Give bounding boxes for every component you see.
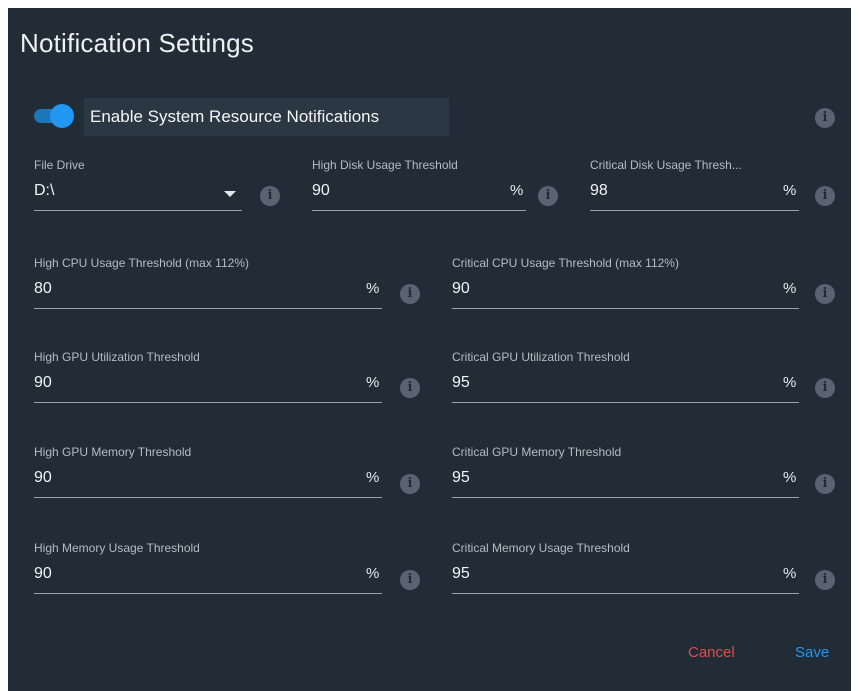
info-icon[interactable]: i	[815, 108, 835, 128]
high-gpu-mem-label: High GPU Memory Threshold	[34, 445, 192, 459]
percent-unit: %	[783, 280, 797, 297]
info-icon[interactable]: i	[815, 474, 835, 494]
high-cpu-label: High CPU Usage Threshold (max 112%)	[34, 256, 249, 270]
save-button[interactable]: Save	[795, 644, 829, 661]
info-icon[interactable]: i	[400, 474, 420, 494]
dialog-title: Notification Settings	[20, 28, 254, 58]
info-icon[interactable]: i	[815, 284, 835, 304]
high-gpu-util-label: High GPU Utilization Threshold	[34, 350, 200, 364]
file-drive-label: File Drive	[34, 158, 85, 172]
critical-gpu-mem-label: Critical GPU Memory Threshold	[452, 445, 622, 459]
critical-mem-value[interactable]: 95	[452, 565, 470, 583]
enable-notifications-label: Enable System Resource Notifications	[90, 107, 380, 126]
critical-cpu-label: Critical CPU Usage Threshold (max 112%)	[452, 256, 679, 270]
file-drive-value[interactable]: D:\	[34, 182, 54, 200]
high-mem-label: High Memory Usage Threshold	[34, 541, 200, 555]
critical-cpu-value[interactable]: 90	[452, 280, 470, 298]
field-underline	[34, 308, 382, 309]
field-underline	[590, 210, 799, 211]
percent-unit: %	[783, 565, 797, 582]
cancel-button[interactable]: Cancel	[688, 644, 735, 661]
percent-unit: %	[783, 374, 797, 391]
field-underline	[452, 402, 799, 403]
high-gpu-utilization-field[interactable]: High GPU Utilization Threshold 90 %	[34, 350, 382, 410]
high-gpu-util-value[interactable]: 90	[34, 374, 52, 392]
enable-notifications-row: Enable System Resource Notifications	[32, 98, 452, 136]
critical-gpu-mem-value[interactable]: 95	[452, 469, 470, 487]
info-icon[interactable]: i	[815, 186, 835, 206]
critical-cpu-threshold-field[interactable]: Critical CPU Usage Threshold (max 112%) …	[452, 256, 799, 316]
toggle-knob[interactable]	[50, 104, 74, 128]
high-mem-value[interactable]: 90	[34, 565, 52, 583]
high-memory-usage-field[interactable]: High Memory Usage Threshold 90 %	[34, 541, 382, 601]
field-underline	[34, 497, 382, 498]
high-disk-threshold-field[interactable]: High Disk Usage Threshold 90 %	[312, 158, 526, 218]
field-underline	[312, 210, 526, 211]
notification-settings-dialog: Notification Settings Enable System Reso…	[8, 8, 851, 691]
critical-memory-usage-field[interactable]: Critical Memory Usage Threshold 95 %	[452, 541, 799, 601]
info-icon[interactable]: i	[400, 378, 420, 398]
critical-disk-label: Critical Disk Usage Thresh...	[590, 158, 742, 172]
field-underline	[452, 593, 799, 594]
critical-disk-threshold-field[interactable]: Critical Disk Usage Thresh... 98 %	[590, 158, 799, 218]
high-disk-value[interactable]: 90	[312, 182, 330, 200]
info-icon[interactable]: i	[815, 570, 835, 590]
info-icon[interactable]: i	[260, 186, 280, 206]
info-icon[interactable]: i	[815, 378, 835, 398]
percent-unit: %	[366, 469, 380, 486]
percent-unit: %	[366, 280, 380, 297]
percent-unit: %	[366, 565, 380, 582]
info-icon[interactable]: i	[538, 186, 558, 206]
enable-notifications-toggle[interactable]	[34, 104, 74, 128]
high-cpu-value[interactable]: 80	[34, 280, 52, 298]
field-underline	[34, 402, 382, 403]
field-underline	[34, 593, 382, 594]
critical-gpu-memory-field[interactable]: Critical GPU Memory Threshold 95 %	[452, 445, 799, 505]
critical-disk-value[interactable]: 98	[590, 182, 608, 200]
percent-unit: %	[783, 182, 797, 199]
field-underline	[452, 308, 799, 309]
info-icon[interactable]: i	[400, 570, 420, 590]
high-cpu-threshold-field[interactable]: High CPU Usage Threshold (max 112%) 80 %	[34, 256, 382, 316]
field-underline	[452, 497, 799, 498]
chevron-down-icon[interactable]	[224, 191, 236, 197]
file-drive-select[interactable]: File Drive D:\	[34, 158, 242, 218]
percent-unit: %	[783, 469, 797, 486]
info-icon[interactable]: i	[400, 284, 420, 304]
critical-gpu-util-label: Critical GPU Utilization Threshold	[452, 350, 630, 364]
percent-unit: %	[510, 182, 524, 199]
critical-gpu-utilization-field[interactable]: Critical GPU Utilization Threshold 95 %	[452, 350, 799, 410]
high-gpu-memory-field[interactable]: High GPU Memory Threshold 90 %	[34, 445, 382, 505]
critical-gpu-util-value[interactable]: 95	[452, 374, 470, 392]
field-underline	[34, 210, 242, 211]
high-gpu-mem-value[interactable]: 90	[34, 469, 52, 487]
percent-unit: %	[366, 374, 380, 391]
critical-mem-label: Critical Memory Usage Threshold	[452, 541, 630, 555]
high-disk-label: High Disk Usage Threshold	[312, 158, 458, 172]
